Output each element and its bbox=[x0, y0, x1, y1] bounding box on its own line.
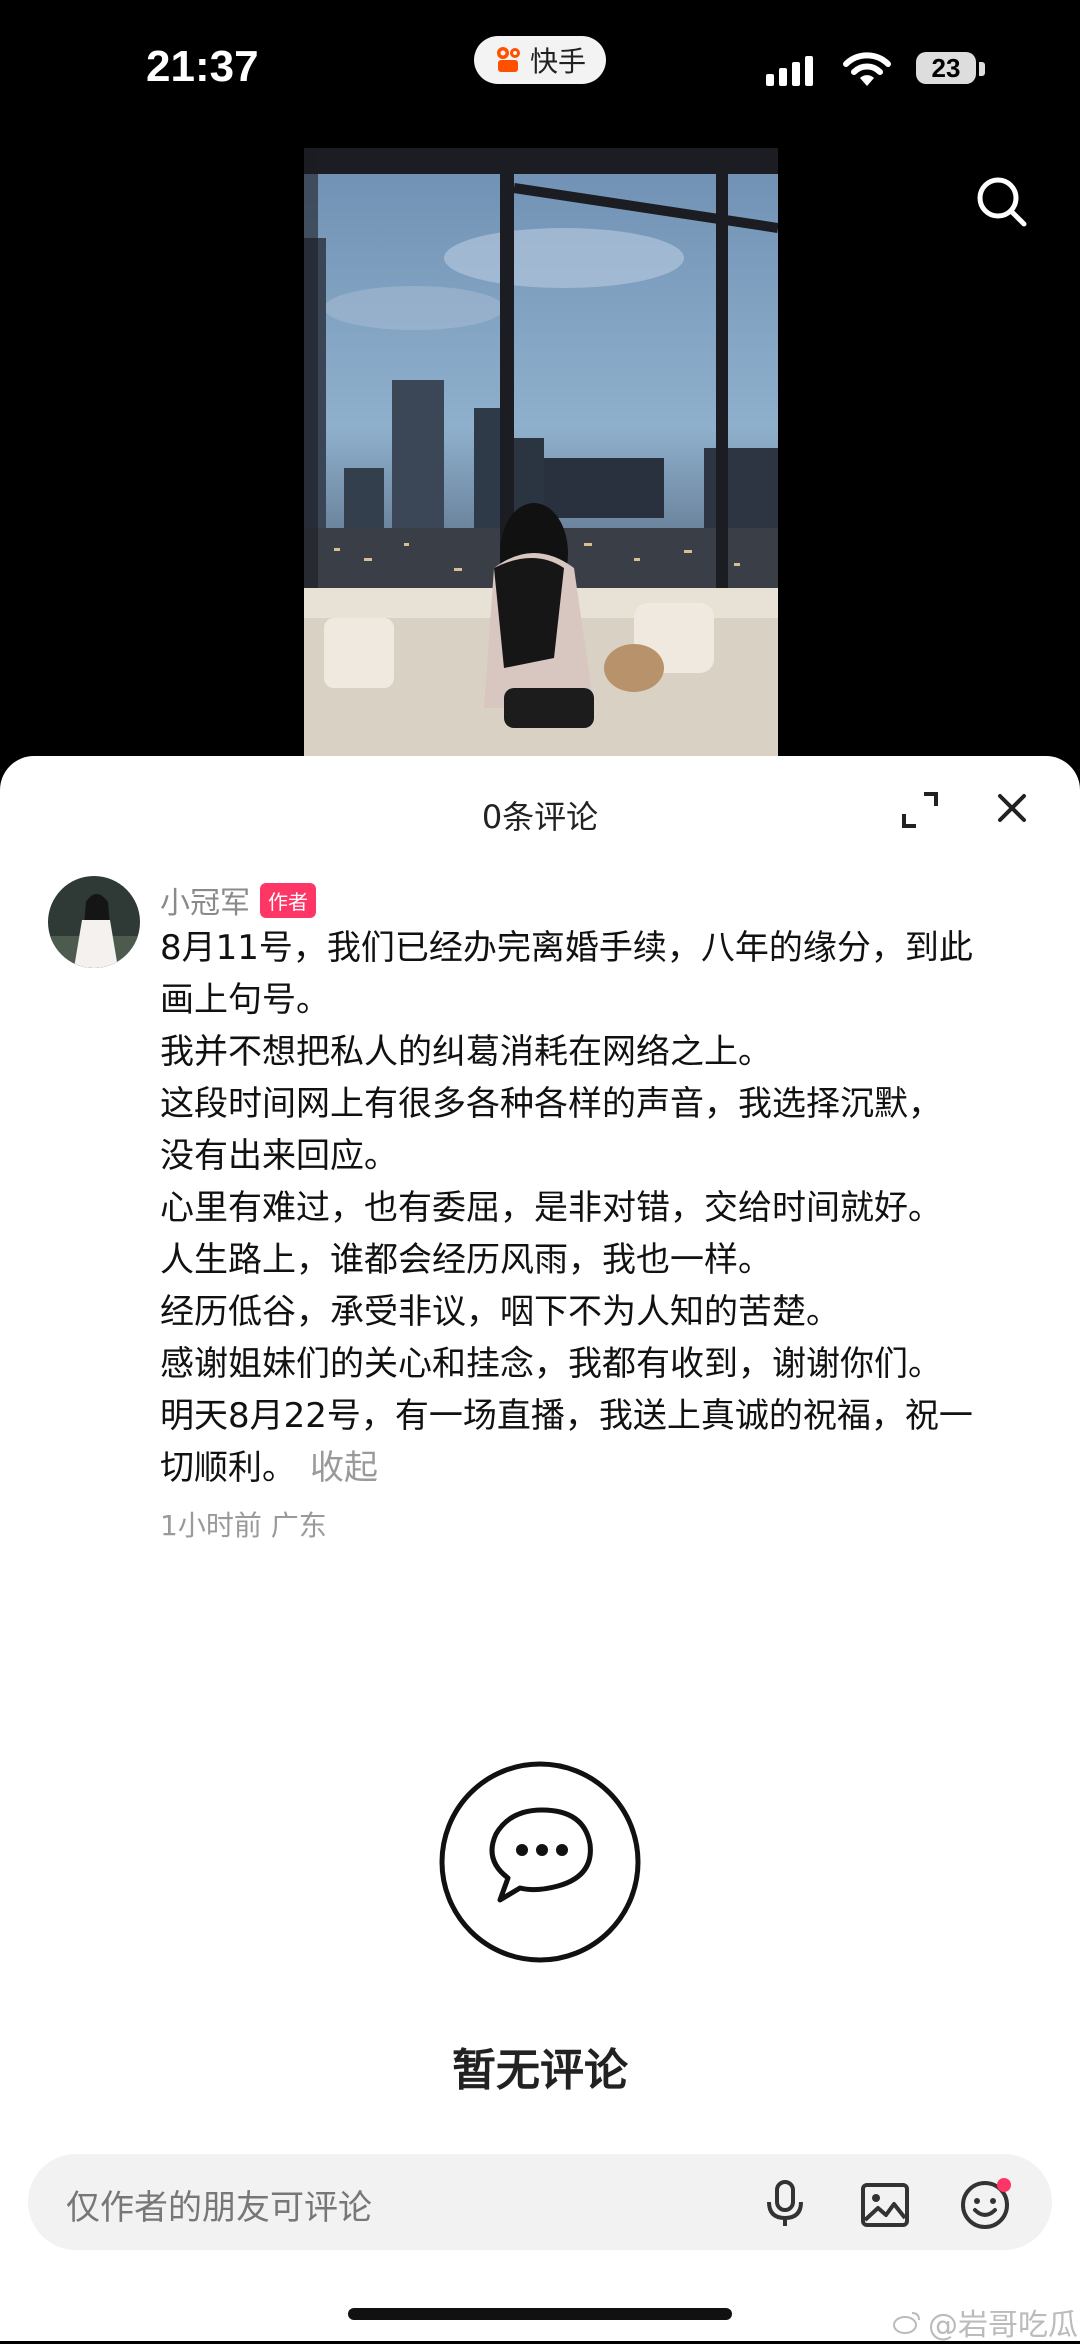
close-icon[interactable] bbox=[990, 786, 1034, 830]
image-icon[interactable] bbox=[858, 2178, 912, 2232]
wifi-icon bbox=[843, 52, 891, 86]
comment-line: 画上句号。 bbox=[160, 980, 330, 1020]
cellular-signal-icon bbox=[766, 56, 813, 86]
app-name: 快手 bbox=[529, 45, 586, 78]
watermark: @岩哥吃瓜 bbox=[892, 2300, 1078, 2344]
comment-sheet: 0条评论 小冠军 作者 8月11号，我们已经办完离婚手续，八年的缘分，到此 画上… bbox=[0, 756, 1080, 2344]
comment-input-placeholder[interactable]: 仅作者的朋友可评论 bbox=[66, 2180, 372, 2229]
comment-line: 切顺利。 bbox=[160, 1448, 296, 1488]
empty-state-text: 暂无评论 bbox=[452, 2045, 628, 2096]
status-time: 21:37 bbox=[146, 42, 259, 91]
emoji-icon[interactable] bbox=[958, 2176, 1014, 2232]
app-indicator[interactable]: 快手 bbox=[474, 36, 606, 84]
comment-line: 明天8月22号，有一场直播，我送上真诚的祝福，祝一 bbox=[160, 1396, 973, 1436]
avatar[interactable] bbox=[48, 876, 140, 968]
comment-line: 人生路上，谁都会经历风雨，我也一样。 bbox=[160, 1240, 772, 1280]
comment-line: 心里有难过，也有委屈，是非对错，交给时间就好。 bbox=[160, 1188, 942, 1228]
comment-last-line: 切顺利。 收起 bbox=[160, 1442, 1040, 1494]
chat-bubble-icon bbox=[439, 1761, 641, 1963]
notification-dot bbox=[997, 2178, 1011, 2192]
weibo-logo-icon bbox=[893, 2312, 920, 2334]
comment-meta: 1小时前 广东 bbox=[160, 1509, 327, 1542]
battery-tip bbox=[979, 62, 985, 76]
home-indicator[interactable] bbox=[348, 2308, 732, 2320]
comment-line: 这段时间网上有很多各种各样的声音，我选择沉默， bbox=[160, 1084, 942, 1124]
comment-line: 没有出来回应。 bbox=[160, 1136, 398, 1176]
collapse-link[interactable]: 收起 bbox=[310, 1448, 378, 1488]
search-icon[interactable] bbox=[972, 172, 1032, 232]
watermark-text: @岩哥吃瓜 bbox=[928, 2308, 1078, 2343]
video-thumbnail[interactable] bbox=[304, 148, 778, 768]
comment-line: 经历低谷，承受非议，咽下不为人知的苦楚。 bbox=[160, 1292, 840, 1332]
author-badge: 作者 bbox=[260, 882, 316, 918]
comment-line: 8月11号，我们已经办完离婚手续，八年的缘分，到此 bbox=[160, 928, 973, 968]
expand-icon[interactable] bbox=[898, 788, 942, 832]
comment-line: 我并不想把私人的纠葛消耗在网络之上。 bbox=[160, 1032, 772, 1072]
comment-line: 感谢姐妹们的关心和挂念，我都有收到，谢谢你们。 bbox=[160, 1344, 942, 1384]
kuaishou-logo-icon bbox=[496, 47, 520, 72]
comment-text: 8月11号，我们已经办完离婚手续，八年的缘分，到此 画上句号。 我并不想把私人的… bbox=[160, 922, 1040, 1494]
microphone-icon[interactable] bbox=[758, 2176, 812, 2230]
battery-indicator: 23 bbox=[916, 52, 976, 84]
author-name[interactable]: 小冠军 bbox=[160, 878, 250, 922]
comment-input-bar[interactable]: 仅作者的朋友可评论 bbox=[28, 2154, 1052, 2250]
author-row: 小冠军 作者 bbox=[160, 878, 316, 922]
